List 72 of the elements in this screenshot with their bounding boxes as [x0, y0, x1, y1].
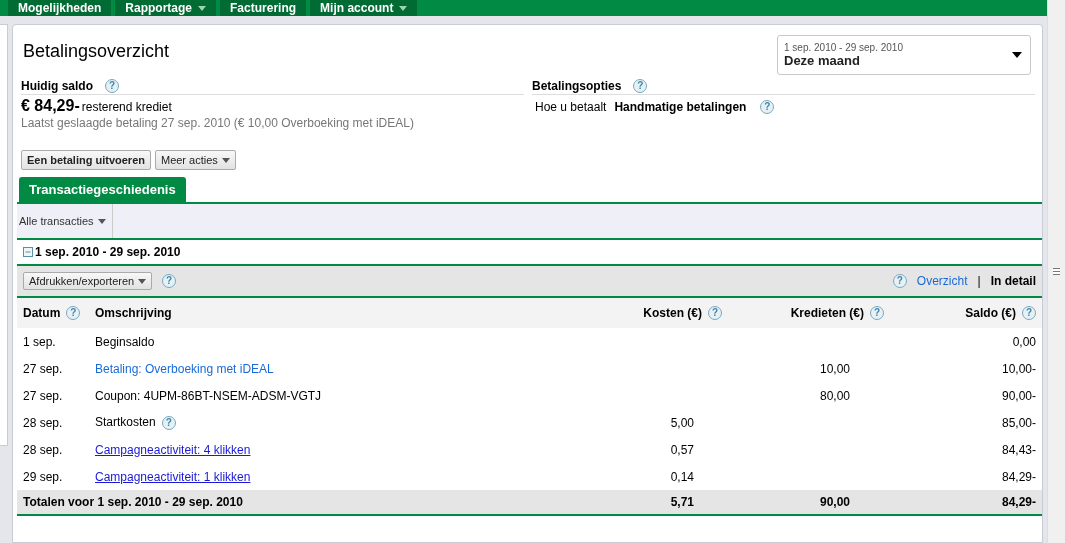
- nav-tab[interactable]: Rapportage: [115, 0, 217, 16]
- filter-dropdown[interactable]: Alle transacties: [17, 204, 113, 238]
- table-cell: 0,00: [1012, 334, 1036, 349]
- help-icon[interactable]: ?: [162, 274, 177, 288]
- caret-icon: [221, 157, 230, 163]
- table-cell: 84,29-: [1001, 495, 1036, 509]
- nav-tab[interactable]: Mogelijkheden: [8, 0, 112, 16]
- table-cell: 29 sep.: [23, 469, 63, 484]
- balance-amount: € 84,29-: [21, 97, 80, 115]
- table-cell: 10,00-: [1001, 361, 1036, 376]
- option-value: Handmatige betalingen: [614, 100, 747, 114]
- table-cell: 27 sep.: [23, 361, 63, 376]
- help-icon[interactable]: ?: [870, 306, 884, 320]
- help-icon[interactable]: ?: [892, 274, 907, 288]
- action-button[interactable]: Een betaling uitvoeren: [21, 150, 151, 170]
- column-header: Saldo (€): [965, 306, 1016, 320]
- caret-icon: [198, 5, 207, 11]
- date-range-dropdown[interactable]: 1 sep. 2010 - 29 sep. 2010 Deze maand: [777, 35, 1031, 75]
- totals-label: Totalen voor 1 sep. 2010 - 29 sep. 2010: [23, 495, 243, 509]
- period-heading: 1 sep. 2010 - 29 sep. 2010: [35, 245, 181, 259]
- option-label: Hoe u betaalt: [535, 100, 607, 114]
- table-cell: 84,29-: [1001, 469, 1036, 484]
- transaction-link[interactable]: Betaling: Overboeking met iDEAL: [95, 361, 274, 376]
- scroll-grip-icon: [1053, 268, 1060, 275]
- table-cell: Coupon: 4UPM-86BT-NSEM-ADSM-VGTJ: [95, 388, 322, 403]
- help-icon[interactable]: ?: [1022, 306, 1036, 320]
- caret-icon: [1012, 52, 1022, 58]
- help-icon[interactable]: ?: [760, 100, 775, 114]
- table-cell: 90,00-: [1001, 388, 1036, 403]
- table-cell: 27 sep.: [23, 388, 63, 403]
- help-icon[interactable]: ?: [161, 416, 176, 430]
- transaction-link[interactable]: Campagneactiviteit: 4 klikken: [95, 442, 251, 457]
- caret-icon: [138, 278, 147, 284]
- collapse-icon[interactable]: [23, 247, 33, 257]
- table-cell: 85,00-: [1001, 415, 1036, 430]
- table-cell: 84,43-: [1001, 442, 1036, 457]
- nav-tab[interactable]: Mijn account: [310, 0, 418, 16]
- view-option[interactable]: In detail: [990, 274, 1036, 288]
- column-header: Kosten (€): [643, 306, 702, 320]
- transaction-link[interactable]: Campagneactiviteit: 1 klikken: [95, 469, 251, 484]
- last-payment-text: Laatst geslaagde betaling 27 sep. 2010 (€ 10,00 Overboeking met iDEAL): [21, 116, 415, 130]
- page-title: Betalingsoverzicht: [23, 41, 170, 62]
- nav-tab[interactable]: Facturering: [220, 0, 307, 16]
- table-cell: 90,00: [819, 495, 850, 509]
- table-cell: Startkosten: [95, 415, 156, 429]
- caret-icon: [97, 218, 106, 224]
- table-cell: 0,57: [670, 442, 694, 457]
- table-cell: 5,00: [670, 415, 694, 430]
- table-cell: 0,14: [670, 469, 694, 484]
- column-header: Omschrijving: [95, 306, 172, 320]
- table-cell: 28 sep.: [23, 442, 63, 457]
- table-cell: 80,00: [819, 388, 850, 403]
- table-cell: 1 sep.: [23, 334, 56, 349]
- help-icon[interactable]: ?: [105, 79, 119, 93]
- export-dropdown[interactable]: Afdrukken/exporteren: [23, 272, 153, 290]
- table-cell: Beginsaldo: [95, 334, 155, 349]
- section-heading: Huidig saldo: [21, 79, 93, 93]
- table-cell: 5,71: [670, 495, 694, 509]
- action-button[interactable]: Meer acties: [154, 150, 236, 170]
- column-header: Datum: [23, 306, 61, 320]
- help-icon[interactable]: ?: [708, 306, 722, 320]
- help-icon[interactable]: ?: [633, 79, 648, 93]
- column-header: Kredieten (€): [790, 306, 864, 320]
- table-cell: 10,00: [819, 361, 850, 376]
- separator-text: |: [977, 274, 981, 288]
- balance-note: resterend krediet: [81, 100, 172, 114]
- caret-icon: [399, 5, 408, 11]
- tab[interactable]: Transactiegeschiedenis: [19, 177, 186, 202]
- section-heading: Betalingsopties: [532, 79, 622, 93]
- help-icon[interactable]: ?: [66, 306, 81, 320]
- table-cell: 28 sep.: [23, 415, 63, 430]
- view-option[interactable]: Overzicht: [916, 274, 968, 288]
